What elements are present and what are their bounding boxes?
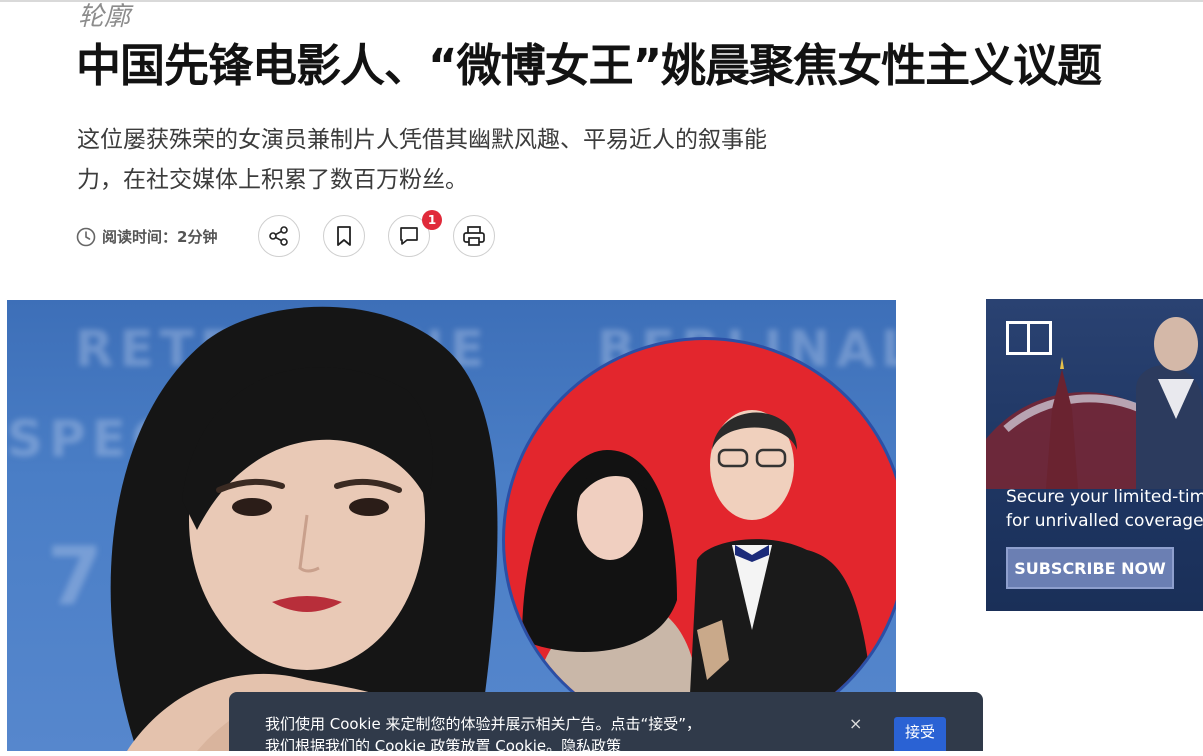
cookie-close-icon[interactable]: × xyxy=(849,714,862,733)
bookmark-icon xyxy=(337,226,351,246)
clock-icon xyxy=(76,227,96,246)
ad-copy: Secure your limited-tim for unrivalled c… xyxy=(1006,485,1203,533)
standfirst-line-1: 这位屡获殊荣的女演员兼制片人凭借其幽默风趣、平易近人的叙事能 xyxy=(77,127,767,153)
share-button[interactable] xyxy=(258,215,300,257)
ad-copy-line-2: for unrivalled coverage xyxy=(1006,511,1203,531)
hero-image: RETR NE BERLINALE SPEC 7 xyxy=(7,300,896,751)
cookie-message-line-2[interactable]: 我们根据我们的 Cookie 政策放置 Cookie。隐私政策 xyxy=(265,735,621,756)
hero-photo-illustration xyxy=(110,306,896,751)
comment-icon xyxy=(400,227,418,245)
cookie-banner: 我们使用 Cookie 来定制您的体验并展示相关广告。点击“接受”， 我们根据我… xyxy=(229,692,983,755)
article-standfirst: 这位屡获殊荣的女演员兼制片人凭借其幽默风趣、平易近人的叙事能 力，在社交媒体上积… xyxy=(77,120,837,200)
article-toolbar: 阅读时间：2分钟 1 xyxy=(76,210,516,260)
article-headline: 中国先锋电影人、“微博女王”姚晨聚焦女性主义议题 xyxy=(76,39,1102,92)
ad-illustration xyxy=(986,317,1203,489)
comment-count-badge: 1 xyxy=(422,210,442,230)
print-icon xyxy=(463,226,485,246)
standfirst-line-2: 力，在社交媒体上积累了数百万粉丝。 xyxy=(77,167,468,193)
reading-time: 阅读时间：2分钟 xyxy=(76,226,217,247)
subscribe-now-button[interactable]: SUBSCRIBE NOW xyxy=(1006,547,1174,589)
print-button[interactable] xyxy=(453,215,495,257)
cookie-accept-button[interactable]: 接受 xyxy=(894,717,946,751)
subscription-ad[interactable]: Secure your limited-tim for unrivalled c… xyxy=(986,299,1203,611)
section-kicker[interactable]: 轮廓 xyxy=(78,2,130,32)
share-icon xyxy=(269,226,288,246)
top-divider xyxy=(0,0,1203,2)
cookie-message-line-1: 我们使用 Cookie 来定制您的体验并展示相关广告。点击“接受”， xyxy=(265,715,701,733)
reading-time-label: 阅读时间：2分钟 xyxy=(102,228,218,246)
bookmark-button[interactable] xyxy=(323,215,365,257)
ad-copy-line-1: Secure your limited-tim xyxy=(1006,487,1203,507)
